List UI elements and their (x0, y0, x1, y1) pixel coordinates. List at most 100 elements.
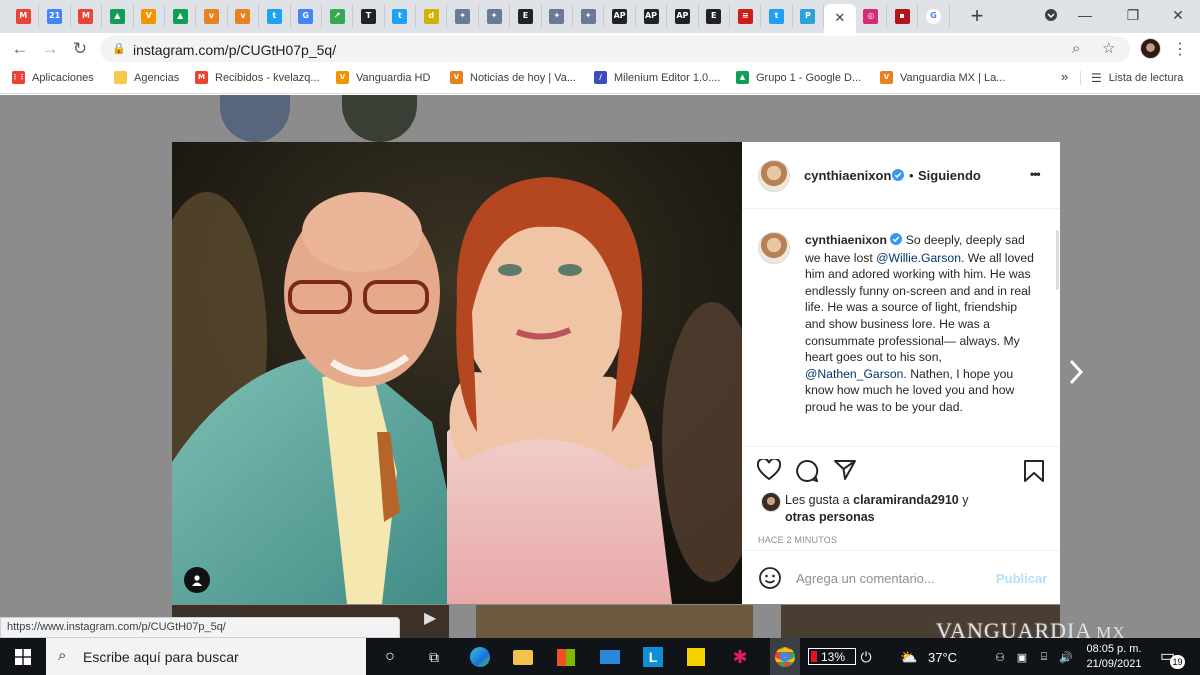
bookmark-star-icon[interactable]: ☆ (1102, 39, 1115, 57)
like-icon[interactable] (756, 457, 782, 486)
share-icon[interactable] (833, 459, 857, 486)
profile-avatar[interactable] (1140, 38, 1161, 59)
reload-icon[interactable]: ↻ (68, 37, 92, 61)
clock[interactable]: 08:05 p. m. 21/09/2021 (1082, 642, 1146, 672)
browser-tab[interactable]: AP (667, 4, 699, 28)
zoom-search-icon[interactable]: ⌕ (1072, 40, 1080, 57)
address-bar[interactable]: 🔒 instagram.com/p/CUGtH07p_5q/ ⌕ ☆ (100, 36, 1130, 62)
more-options-icon[interactable]: ••• (1030, 167, 1041, 181)
browser-tab[interactable]: v (196, 4, 228, 28)
sticky-notes-icon[interactable] (683, 644, 709, 670)
comments-scrollbar[interactable] (1056, 230, 1059, 290)
comment-icon[interactable] (795, 459, 819, 488)
browser-tab[interactable]: t (259, 4, 291, 28)
bookmark-item[interactable]: V Vanguardia HD (336, 71, 430, 84)
tray-icon[interactable]: ▣ (1014, 644, 1030, 670)
likes-others[interactable]: otras personas (785, 510, 875, 524)
browser-tab[interactable]: P (793, 4, 825, 28)
file-explorer-icon[interactable] (510, 644, 536, 670)
menu-icon[interactable]: ⋮ (1172, 39, 1188, 59)
forward-icon[interactable]: → (38, 37, 62, 61)
post-photo[interactable] (172, 142, 742, 604)
back-icon[interactable]: ← (8, 37, 32, 61)
browser-tab[interactable]: 21 (39, 4, 71, 28)
browser-tab[interactable]: ✦ (479, 4, 511, 28)
author-username[interactable]: cynthiaenixon (804, 168, 891, 183)
notifications-icon[interactable]: ▭ 19 (1160, 646, 1186, 669)
volume-icon[interactable]: 🔊 (1058, 644, 1074, 670)
bookmark-item[interactable]: M Recibidos - kvelazq... (195, 71, 320, 84)
windows-start-icon[interactable] (10, 644, 36, 670)
comment-input[interactable]: Agrega un comentario... (796, 571, 935, 586)
emoji-icon[interactable] (758, 566, 782, 595)
bookmark-item[interactable]: ⋮⋮ Aplicaciones (12, 71, 94, 84)
bookmark-item[interactable]: Agencias (114, 71, 179, 84)
bookmark-item[interactable]: V Noticias de hoy | Va... (450, 71, 576, 84)
browser-tab[interactable]: ▪ (887, 4, 919, 28)
browser-tab[interactable]: v (228, 4, 260, 28)
url-text[interactable]: instagram.com/p/CUGtH07p_5q/ (133, 42, 336, 58)
browser-tab[interactable]: ✦ (573, 4, 605, 28)
temperature[interactable]: 37°C (928, 650, 957, 665)
liked-by-user[interactable]: claramiranda2910 (853, 493, 959, 507)
browser-tab[interactable]: G (918, 4, 950, 28)
browser-tab[interactable]: AP (636, 4, 668, 28)
save-bookmark-icon[interactable] (1023, 459, 1045, 488)
network-icon[interactable]: ⌸ (1036, 644, 1052, 670)
next-post-icon[interactable] (1068, 358, 1084, 391)
battery-indicator[interactable]: 13% (808, 648, 856, 665)
l-app-icon[interactable]: L (640, 644, 666, 670)
bookmark-item[interactable]: / Milenium Editor 1.0.... (594, 71, 720, 84)
browser-tab[interactable]: E (510, 4, 542, 28)
browser-tab[interactable]: t (385, 4, 417, 28)
browser-tab[interactable]: ◎ (856, 4, 887, 28)
publish-button[interactable]: Publicar (996, 571, 1047, 586)
close-window-icon[interactable]: ✕ (1155, 0, 1200, 30)
mention-willie[interactable]: @Willie.Garson (876, 251, 961, 265)
reading-list[interactable]: ☰ Lista de lectura (1080, 71, 1183, 85)
bookmark-item[interactable]: ▲ Grupo 1 - Google D... (736, 71, 861, 84)
more-bookmarks-icon[interactable]: » (1061, 69, 1068, 84)
browser-tab[interactable]: M (71, 4, 103, 28)
browser-tab[interactable]: M (8, 4, 40, 28)
post-timestamp[interactable]: HACE 2 MINUTOS (758, 535, 837, 545)
bookmark-item[interactable]: V Vanguardia MX | La... (880, 71, 1005, 84)
following-button[interactable]: Siguiendo (918, 168, 981, 183)
liker-avatar[interactable] (761, 492, 781, 512)
browser-tab[interactable]: ✕ (824, 4, 856, 33)
power-plug-icon[interactable]: ⏻ (858, 644, 874, 670)
mention-nathen[interactable]: @Nathen_Garson (805, 367, 903, 381)
browser-tab[interactable]: T (353, 4, 385, 28)
grid-thumbnail-2[interactable] (476, 605, 753, 642)
taskbar-search[interactable]: ⌕ Escribe aquí para buscar (46, 638, 366, 675)
task-view-icon[interactable]: ⧉ (421, 644, 447, 670)
browser-tab[interactable]: ✦ (447, 4, 479, 28)
browser-tab[interactable]: E (699, 4, 730, 28)
author-avatar[interactable] (758, 160, 790, 192)
browser-tab[interactable]: ✦ (542, 4, 574, 28)
close-icon[interactable]: ✕ (832, 11, 847, 26)
browser-tab[interactable]: AP (604, 4, 636, 28)
browser-tab[interactable]: t (761, 4, 793, 28)
browser-tab[interactable]: ≡ (730, 4, 762, 28)
edge-icon[interactable] (467, 644, 493, 670)
minimize-icon[interactable]: — (1062, 0, 1108, 30)
restore-icon[interactable]: ❐ (1110, 0, 1156, 30)
tag-user-button[interactable] (184, 567, 210, 593)
caption-username[interactable]: cynthiaenixon (805, 233, 887, 247)
browser-tab[interactable]: ▲ (102, 4, 134, 28)
browser-tab[interactable]: ▲ (165, 4, 197, 28)
chrome-icon[interactable] (770, 638, 800, 675)
browser-tab[interactable]: G (291, 4, 322, 28)
browser-tab[interactable]: V (134, 4, 165, 28)
people-icon[interactable]: ⚇ (992, 644, 1008, 670)
mail-icon[interactable] (597, 644, 623, 670)
new-tab-button[interactable]: + (962, 2, 992, 30)
browser-tab[interactable]: ↗ (322, 4, 354, 28)
highlight-story-1[interactable] (220, 95, 290, 142)
caption-avatar[interactable] (758, 232, 790, 264)
cortana-icon[interactable]: ○ (377, 644, 403, 670)
store-icon[interactable] (553, 644, 579, 670)
highlight-story-2[interactable] (342, 95, 417, 142)
weather-icon[interactable]: ⛅ (897, 644, 921, 670)
